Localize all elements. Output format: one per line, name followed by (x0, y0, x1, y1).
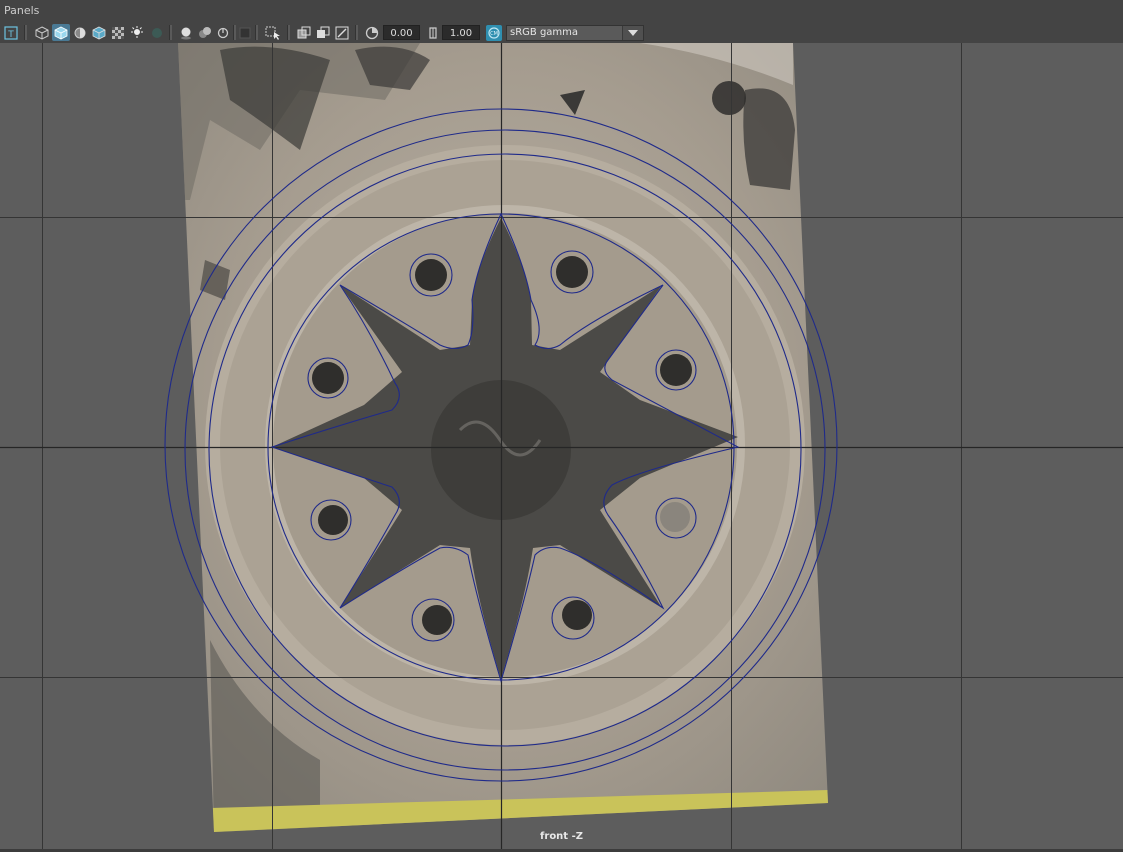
gamma-field[interactable]: 1.00 (442, 25, 480, 40)
camera-label: front -Z (540, 831, 583, 842)
chevron-down-icon[interactable] (622, 26, 643, 40)
motion-blur-icon[interactable] (216, 24, 230, 41)
front-viewport[interactable]: front -Z (0, 43, 1123, 849)
text-toggle-icon[interactable]: T (3, 24, 19, 41)
sphere-ao-icon[interactable] (178, 24, 194, 41)
smooth-shade-cube-icon[interactable] (52, 24, 70, 41)
panels-menu[interactable]: Panels (4, 4, 39, 17)
color-space-select[interactable]: sRGB gamma (506, 25, 644, 41)
select-arrow-icon[interactable] (264, 24, 282, 41)
checker-icon[interactable] (110, 24, 126, 41)
spheres-icon[interactable] (197, 24, 213, 41)
exposure-field[interactable]: 0.00 (383, 25, 420, 40)
shade-half-icon[interactable] (73, 24, 87, 41)
color-management-icon[interactable]: CM (485, 24, 503, 41)
gamma-icon[interactable] (426, 24, 440, 41)
svg-text:T: T (7, 30, 14, 40)
wireframe-cube-icon[interactable] (34, 24, 50, 41)
viewport-scene (0, 43, 1123, 849)
exposure-icon[interactable] (364, 24, 380, 41)
panel-menubar: Panels (0, 0, 1123, 22)
viewport-toolbar: T 0.00 1.00 CM sRGB gamma (0, 22, 1123, 44)
color-space-value: sRGB gamma (510, 27, 579, 38)
light-bulb-icon[interactable] (129, 24, 145, 41)
textured-cube-icon[interactable] (91, 24, 107, 41)
xray-joints-icon[interactable] (315, 24, 331, 41)
xray-icon[interactable] (296, 24, 312, 41)
shadow-icon[interactable] (150, 24, 164, 41)
xray-active-icon[interactable] (334, 24, 350, 41)
svg-text:CM: CM (490, 31, 498, 37)
isolate-icon[interactable] (238, 24, 252, 41)
